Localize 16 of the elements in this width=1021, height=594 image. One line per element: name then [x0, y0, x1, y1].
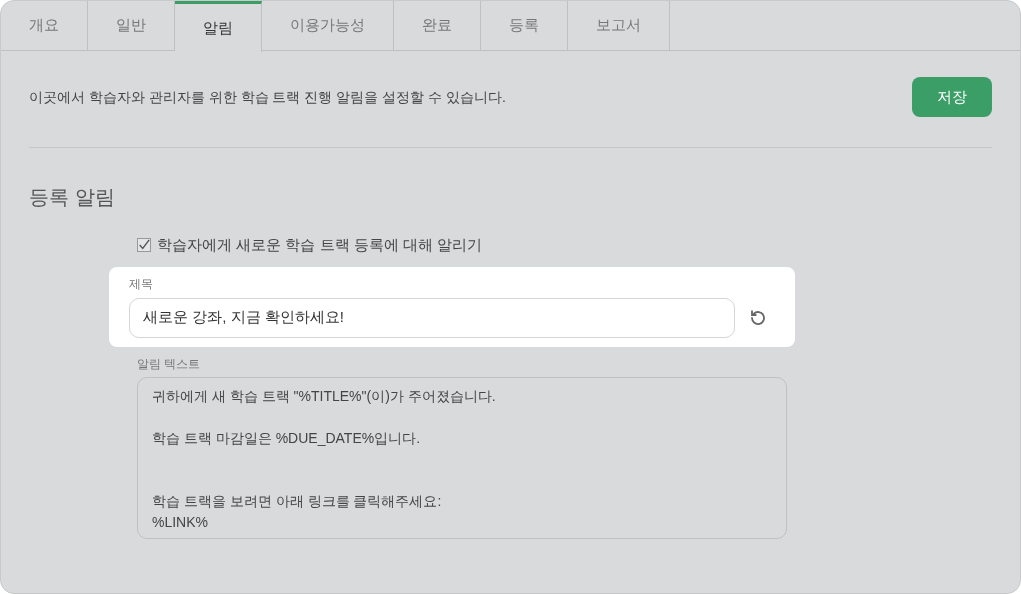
- tab[interactable]: 보고서: [568, 1, 670, 50]
- message-field[interactable]: 귀하에게 새 학습 트랙 "%TITLE%"(이)가 주어졌습니다. 학습 트랙 마감일은 %DUE_DATE%입니다. 학습 트랙을 보려면 아래 링크를 클릭해주세요: %LINK%: [137, 376, 787, 539]
- tab[interactable]: 이용가능성: [262, 1, 394, 50]
- tab[interactable]: 알림: [175, 1, 262, 52]
- checkbox[interactable]: [137, 238, 151, 253]
- section-title: 등록 알림: [29, 185, 116, 210]
- checkbox-label: 학습자에게 새로운 학습 트랙 등록에 대해 알리기: [157, 235, 482, 255]
- field-label: 알림 텍스트: [137, 355, 202, 373]
- tab[interactable]: 완료: [394, 1, 481, 50]
- field-label: 제목: [129, 275, 154, 293]
- tab[interactable]: 등록: [481, 1, 568, 50]
- reset-icon[interactable]: [749, 308, 767, 327]
- intro-text: 이곳에서 학습자와 관리자를 위한 학습 트랙 진행 알림을 설정할 수 있습니다.: [29, 87, 506, 107]
- save-button[interactable]: 저장: [912, 77, 992, 117]
- subject-field[interactable]: 새로운 강좌, 지금 확인하세요!: [129, 297, 735, 338]
- tab[interactable]: 개요: [1, 1, 88, 50]
